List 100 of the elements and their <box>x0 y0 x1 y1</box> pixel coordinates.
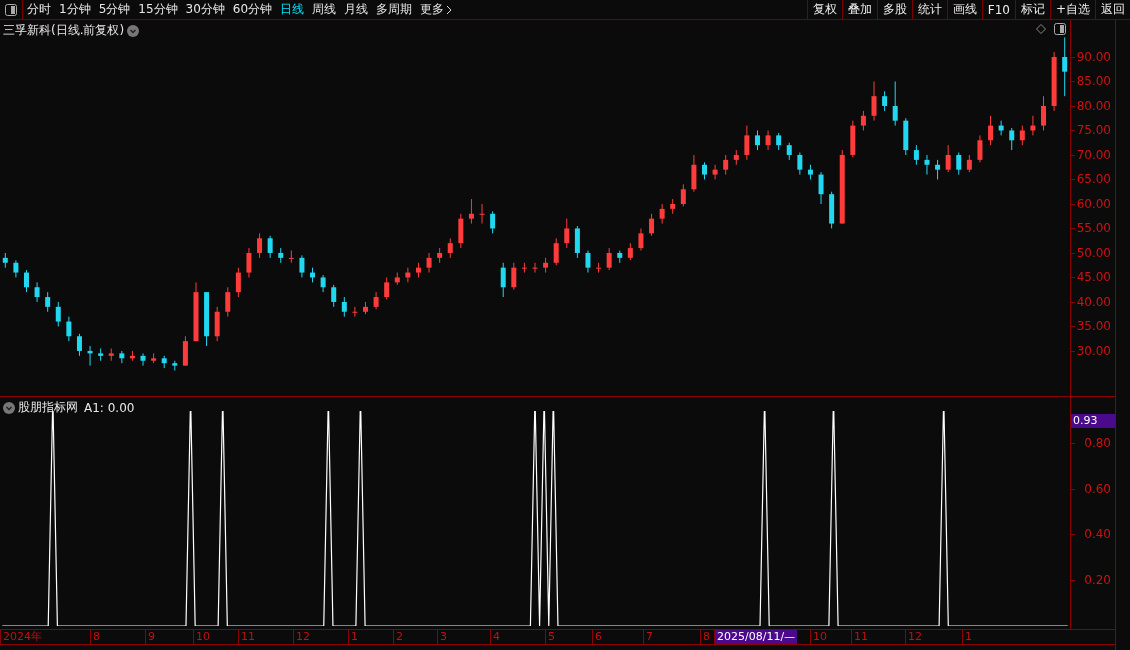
candlestick <box>617 250 623 264</box>
date-axis-label: 2 <box>393 630 405 644</box>
candlestick <box>479 203 485 225</box>
indicator-reading: A1: 0.00 <box>84 400 135 415</box>
candlestick <box>352 306 358 318</box>
indicator-axis-label: 0.60 <box>1084 481 1111 496</box>
candlestick <box>1041 95 1046 131</box>
candlestick <box>649 213 655 237</box>
candlestick <box>384 276 390 300</box>
chevron-right-icon <box>446 4 453 15</box>
candlestick <box>299 254 305 278</box>
dropdown-icon[interactable] <box>127 24 140 37</box>
candlestick <box>585 250 591 274</box>
candlestick <box>76 333 82 357</box>
period-tab[interactable]: 日线 <box>276 0 309 19</box>
candlestick <box>394 272 400 286</box>
candlestick <box>776 132 782 151</box>
indicator-axis-label: 0.20 <box>1084 573 1111 588</box>
panel-toggle-icon[interactable] <box>1054 23 1066 35</box>
price-axis-label: 35.00 <box>1076 319 1111 334</box>
candlestick <box>913 144 919 166</box>
date-axis-label: 10 <box>193 630 212 644</box>
candlestick <box>140 352 146 367</box>
candlestick <box>755 130 760 151</box>
dropdown-icon[interactable] <box>3 401 15 414</box>
candlestick <box>246 247 252 278</box>
candlestick <box>267 235 273 259</box>
candlestick <box>278 247 284 264</box>
candlestick <box>1030 115 1036 136</box>
period-tab[interactable]: 周线 <box>308 0 341 19</box>
candlestick <box>458 213 464 249</box>
date-axis-label: 8 <box>700 630 712 644</box>
candlestick <box>532 262 538 274</box>
price-axis-label: 45.00 <box>1076 270 1111 285</box>
date-axis-label: 2025/08/11/— <box>714 630 798 644</box>
candlestick <box>108 348 114 362</box>
candlestick <box>24 269 29 293</box>
period-tab[interactable]: 15分钟 <box>134 0 182 19</box>
candlestick <box>744 125 750 161</box>
candlestick <box>627 242 633 261</box>
sidebar-toggle-icon[interactable] <box>5 3 17 16</box>
price-axis-label: 85.00 <box>1076 74 1111 89</box>
candlestick <box>998 120 1004 136</box>
period-tab[interactable]: 1分钟 <box>55 0 95 19</box>
candlestick <box>818 171 824 205</box>
price-axis-label: 70.00 <box>1076 147 1111 162</box>
candlestick <box>129 350 135 362</box>
date-axis-label: 6 <box>592 630 604 644</box>
candlestick <box>935 159 941 180</box>
chart-title: 三孚新科(日线.前复权) <box>3 22 125 39</box>
candlestick <box>151 352 157 364</box>
period-tab[interactable]: 5分钟 <box>94 0 135 19</box>
candlestick <box>829 191 835 229</box>
candlestick <box>490 210 496 234</box>
candlestick <box>373 291 379 310</box>
candlestick <box>1062 36 1068 97</box>
candlestick <box>733 149 739 166</box>
candlestick <box>564 218 570 249</box>
price-axis-label: 30.00 <box>1076 343 1111 358</box>
candlestick <box>55 301 61 327</box>
candlestick <box>437 247 443 264</box>
candlestick <box>87 345 93 367</box>
candlestick <box>543 257 549 274</box>
candlestick <box>500 262 506 298</box>
more-menu[interactable]: 更多 <box>416 0 447 19</box>
candlestick <box>363 301 368 315</box>
candlestick <box>182 335 188 367</box>
candlestick <box>680 183 686 207</box>
date-axis-label: 11 <box>238 630 257 644</box>
period-tab[interactable]: 月线 <box>340 0 373 19</box>
candlestick <box>66 316 72 342</box>
period-tab[interactable]: 30分钟 <box>181 0 229 19</box>
price-axis-label: 60.00 <box>1076 196 1111 211</box>
date-axis-label: 4 <box>490 630 502 644</box>
candlestick <box>415 262 421 278</box>
candlestick <box>331 284 337 308</box>
price-axis-label: 75.00 <box>1076 123 1111 138</box>
current-value-tag: 0.93 <box>1071 414 1115 428</box>
candlestick <box>426 252 432 274</box>
candlestick <box>310 267 315 283</box>
candlestick <box>119 350 125 364</box>
date-axis-label: 1 <box>962 630 974 644</box>
date-axis-label: 10 <box>810 630 829 644</box>
candlestick <box>977 134 983 163</box>
date-axis-label: 12 <box>293 630 312 644</box>
candlestick <box>2 252 8 269</box>
candlestick <box>341 296 347 318</box>
price-axis-label: 50.00 <box>1076 245 1111 260</box>
candlestick <box>638 227 644 251</box>
date-axis-label: 1 <box>348 630 360 644</box>
candlestick <box>882 90 888 112</box>
period-tab[interactable]: 分时 <box>23 0 55 19</box>
candlestick <box>786 142 792 161</box>
candlestick <box>320 274 326 293</box>
period-tab[interactable]: 60分钟 <box>228 0 277 19</box>
period-tab[interactable]: 多周期 <box>372 0 417 19</box>
candlestick <box>924 154 930 176</box>
date-axis-label: 11 <box>851 630 870 644</box>
candlestick <box>405 267 411 283</box>
price-axis-label: 90.00 <box>1076 50 1111 64</box>
